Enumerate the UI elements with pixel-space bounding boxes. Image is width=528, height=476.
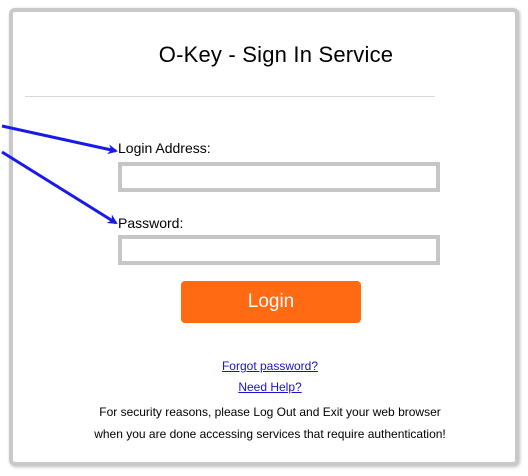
page-title: O-Key - Sign In Service (158, 42, 394, 67)
login-address-input[interactable] (118, 162, 440, 192)
security-notice-line-2: when you are done accessing services tha… (94, 427, 446, 441)
need-help-link[interactable]: Need Help? (180, 380, 360, 394)
title-divider (25, 96, 435, 97)
security-notice-line-1: For security reasons, please Log Out and… (99, 405, 441, 419)
page-frame: O-Key - Sign In Service Login Address: P… (0, 0, 528, 476)
login-address-label: Login Address: (118, 140, 211, 156)
forgot-password-link[interactable]: Forgot password? (180, 359, 360, 373)
password-label: Password: (118, 215, 184, 231)
login-button[interactable]: Login (181, 281, 361, 323)
password-input[interactable] (118, 235, 440, 265)
security-notice: For security reasons, please Log Out and… (30, 401, 510, 445)
